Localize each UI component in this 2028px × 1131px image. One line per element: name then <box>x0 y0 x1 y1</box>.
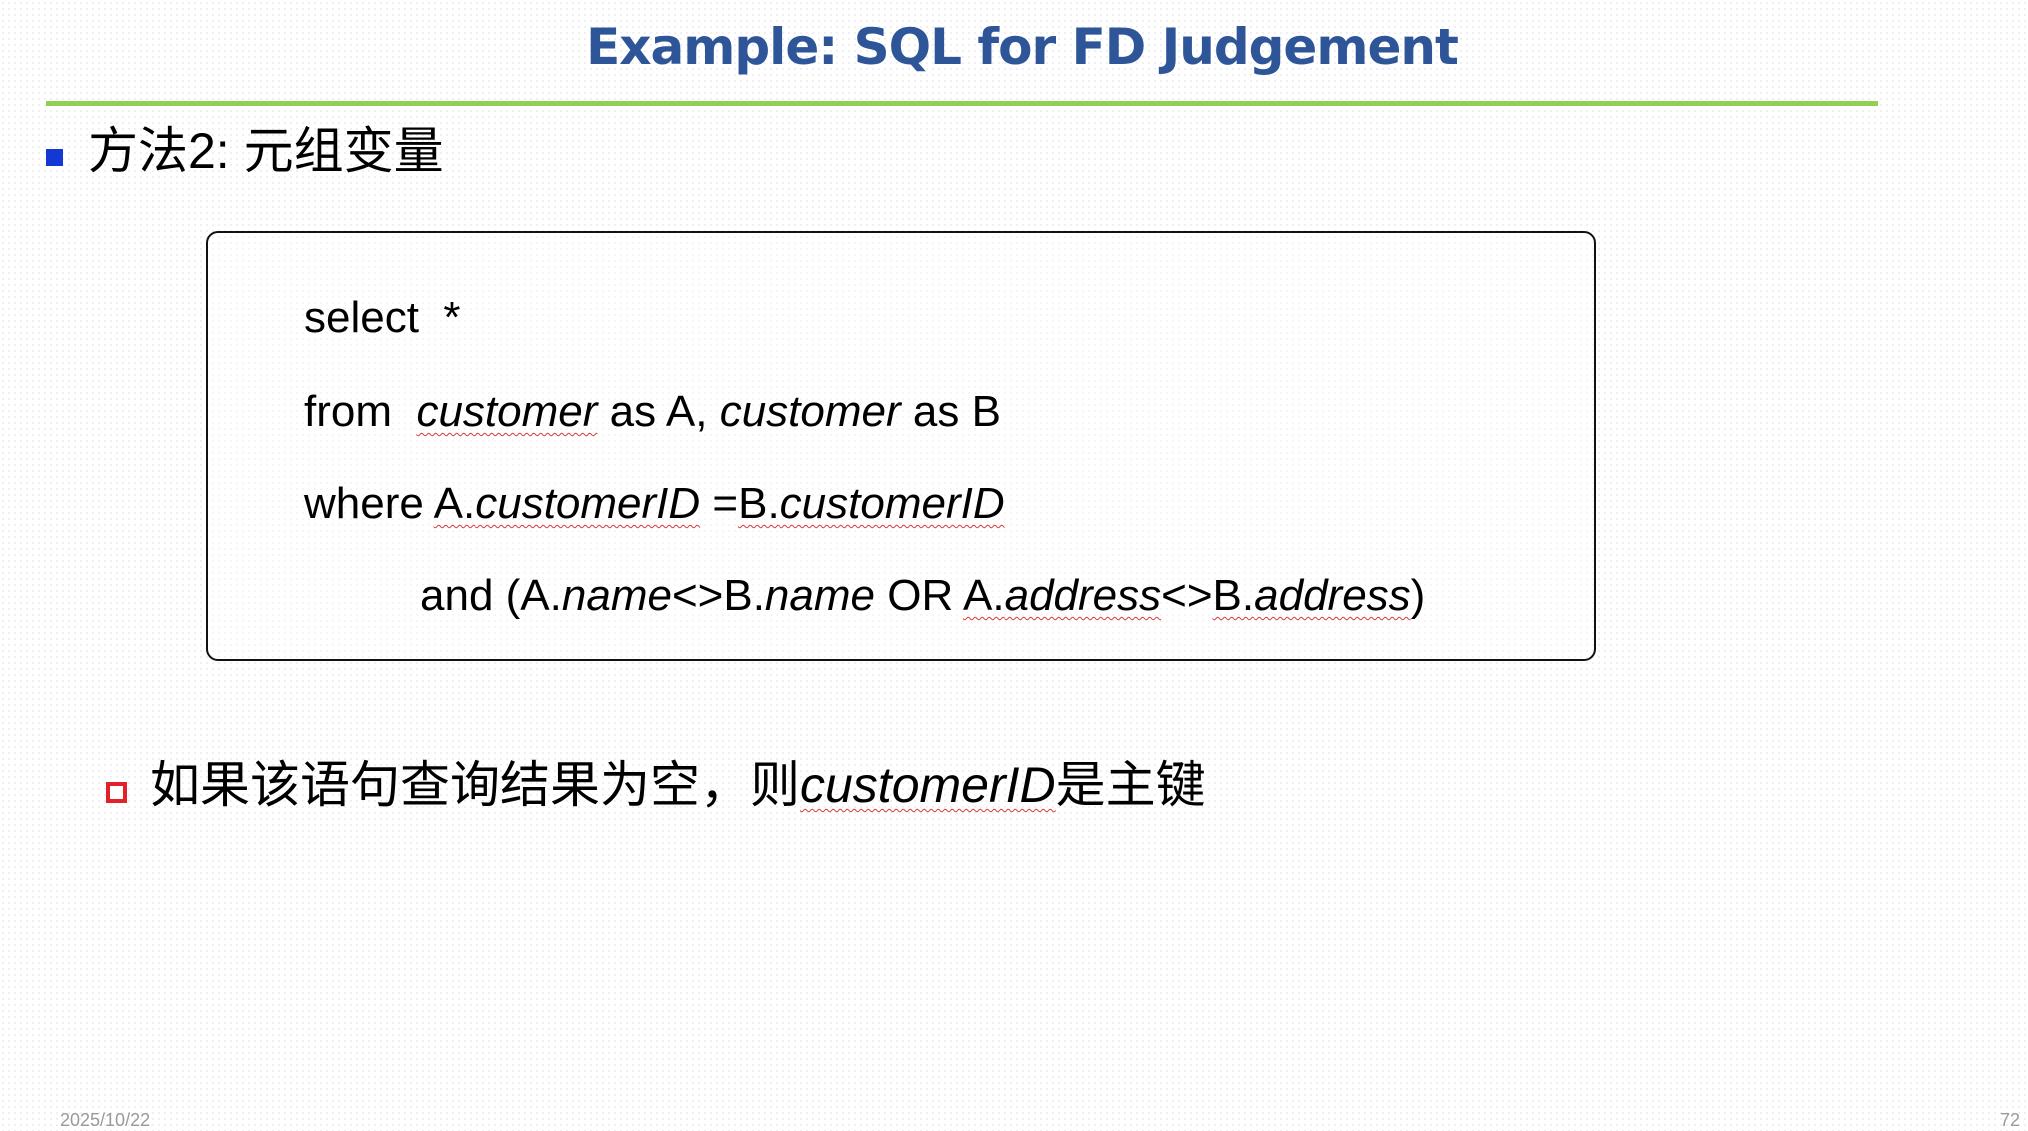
sql-keyword-or: OR <box>875 571 964 620</box>
note-prefix: 如果该语句查询结果为空，则 <box>150 757 800 813</box>
sql-line-where: where A.customerID =B.customerID <box>304 476 1005 532</box>
footer-date: 2025/10/22 <box>60 1110 151 1130</box>
sql-column-name: customerID <box>779 479 1005 528</box>
sql-alias-prefix: A. <box>520 571 562 620</box>
sql-column-ref: A.customerID <box>434 479 701 528</box>
conclusion-note: 如果该语句查询结果为空，则customerID是主键 <box>150 752 1206 818</box>
bullet-heading: 方法2: 元组变量 <box>88 123 444 179</box>
sql-table-name: customer <box>416 387 598 436</box>
slide-title: Example: SQL for FD Judgement <box>586 18 1459 76</box>
sql-line-from: from customer as A, customer as B <box>304 384 1001 440</box>
sql-operator-eq: = <box>700 479 739 528</box>
sql-column-ref: A.address <box>963 571 1161 620</box>
sql-alias-prefix: B. <box>738 479 780 528</box>
sql-column-ref: B.customerID <box>738 479 1005 528</box>
sql-column-name: address <box>1004 571 1162 620</box>
sql-line-select: select * <box>304 290 461 346</box>
sql-operator-neq: <> <box>671 571 724 620</box>
sql-column-name: name <box>764 571 875 620</box>
hollow-square-bullet-icon <box>106 782 127 803</box>
sql-column-name: name <box>561 571 672 620</box>
sql-select-clause: select * <box>304 293 461 342</box>
sql-column-ref: B.address <box>1213 571 1411 620</box>
sql-column-name: customerID <box>475 479 701 528</box>
sql-keyword-where: where <box>304 479 434 528</box>
sql-line-and: and (A.name<>B.name OR A.address<>B.addr… <box>420 568 1425 624</box>
sql-operator-neq: <> <box>1161 571 1213 620</box>
sql-alias-b: as B <box>900 387 1001 436</box>
title-divider <box>46 101 1878 106</box>
square-bullet-icon <box>46 149 63 166</box>
sql-alias-prefix: B. <box>723 571 765 620</box>
sql-alias-prefix: B. <box>1212 571 1255 620</box>
sql-alias-prefix: A. <box>963 571 1005 620</box>
sql-table-name: customer <box>719 387 901 436</box>
sql-alias-a: as A, <box>597 387 720 436</box>
sql-keyword-and: and ( <box>420 571 521 620</box>
sql-close-paren: ) <box>1410 571 1426 620</box>
note-suffix: 是主键 <box>1055 757 1206 813</box>
sql-keyword-from: from <box>304 387 417 436</box>
sql-alias-prefix: A. <box>433 479 476 528</box>
sql-column-name: address <box>1254 571 1411 620</box>
note-term: customerID <box>800 757 1056 813</box>
footer-page-number: 72 <box>2000 1110 2021 1130</box>
